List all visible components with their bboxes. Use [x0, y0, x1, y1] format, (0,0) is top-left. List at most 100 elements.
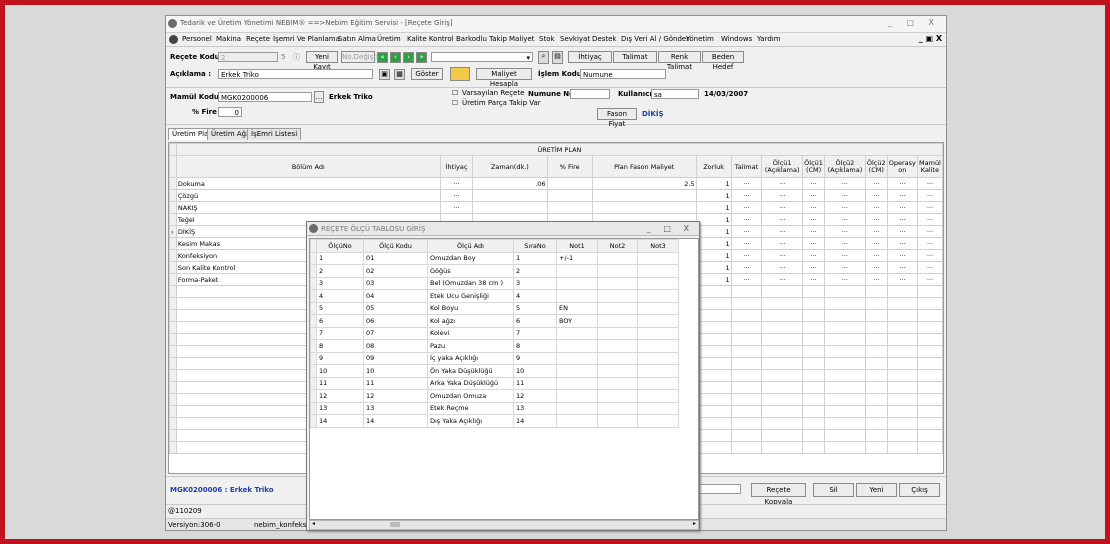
folder-icon[interactable] — [450, 67, 470, 81]
cell-not2[interactable] — [597, 264, 638, 278]
cell-not1[interactable] — [556, 264, 598, 278]
cell-olcu1-cm[interactable]: ··· — [802, 273, 826, 286]
cell-olcu1-cm[interactable]: ··· — [802, 237, 826, 250]
cell-olcu2-cm[interactable]: ··· — [864, 189, 888, 202]
cell-olcu-no[interactable]: 11 — [316, 376, 364, 390]
cell-talimat[interactable]: ··· — [730, 213, 763, 226]
menu-maliyet[interactable]: Maliyet — [509, 35, 534, 43]
cell-not3[interactable] — [637, 339, 679, 353]
col-olcu2-aciklama[interactable]: Ölçü2 (Açıklama) — [824, 155, 866, 178]
menu-recete[interactable]: Reçete — [246, 35, 270, 43]
col-sira-no[interactable]: SıraNo — [513, 239, 557, 253]
menu-stok[interactable]: Stok — [539, 35, 555, 43]
recete-kodu-input[interactable]: 2 — [218, 52, 278, 62]
cell-olcu2-aciklama[interactable]: ··· — [824, 189, 866, 202]
cell-olcu-no[interactable]: 4 — [316, 289, 364, 303]
cell-olcu-adi[interactable]: Dış Yaka Açıklığı — [427, 414, 514, 428]
previous-record-icon[interactable]: ‹ — [390, 52, 401, 63]
cell-zaman[interactable]: .06 — [472, 177, 548, 190]
cell-olcu-adi[interactable]: Kolevi — [427, 326, 514, 340]
olcu-row[interactable]: 3 03 Bel (Omuzdan 38 cm ) 3 — [310, 276, 679, 290]
talimat-button[interactable]: Talimat — [613, 51, 657, 63]
col-not3[interactable]: Not3 — [637, 239, 679, 253]
col-zorluk[interactable]: Zorluk — [695, 155, 732, 178]
olcu-row[interactable]: 11 11 Arka Yaka Düşüklüğü 11 — [310, 376, 679, 390]
scroll-right-icon[interactable]: ▸ — [693, 520, 696, 527]
cell-olcu1-cm[interactable]: ··· — [802, 213, 826, 226]
cell-not2[interactable] — [597, 401, 638, 415]
cell-not3[interactable] — [637, 326, 679, 340]
next-record-icon[interactable]: › — [403, 52, 414, 63]
cell-not3[interactable] — [637, 314, 679, 328]
row-selector[interactable] — [169, 249, 177, 262]
uretim-parca-checkbox[interactable]: ☐ — [452, 99, 458, 107]
cell-olcu-no[interactable]: 3 — [316, 276, 364, 290]
cell-not2[interactable] — [597, 339, 638, 353]
cell-olcu2-aciklama[interactable]: ··· — [824, 177, 866, 190]
beden-hedef-button[interactable]: Beden Hedef — [702, 51, 744, 71]
cell-zorluk[interactable]: 1 — [695, 249, 732, 262]
cell-not3[interactable] — [637, 251, 679, 265]
menu-yardim[interactable]: Yardım — [757, 35, 781, 43]
col-olcu1-cm[interactable]: Ölçü1 (CM) — [802, 155, 826, 178]
menu-kalite-kontrol[interactable]: Kalite Kontrol — [407, 35, 454, 43]
cell-not2[interactable] — [597, 251, 638, 265]
cell-zorluk[interactable]: 1 — [695, 225, 732, 238]
recete-kodu-spin[interactable]: 5 — [281, 53, 285, 61]
row-selector[interactable] — [169, 237, 177, 250]
cell-sira-no[interactable]: 2 — [513, 264, 557, 278]
olcu-row[interactable]: 7 07 Kolevi 7 — [310, 326, 679, 340]
cell-plan-fason-maliyet[interactable] — [591, 189, 697, 202]
cell-olcu1-aciklama[interactable]: ··· — [761, 189, 804, 202]
cell-talimat[interactable]: ··· — [730, 177, 763, 190]
cell-olcu2-cm[interactable]: ··· — [864, 261, 888, 274]
cell-not1[interactable] — [556, 289, 598, 303]
cell-olcu1-aciklama[interactable]: ··· — [761, 213, 804, 226]
cell-not1[interactable] — [556, 276, 598, 290]
cell-olcu-kodu[interactable]: 03 — [363, 276, 428, 290]
cell-olcu2-aciklama[interactable]: ··· — [824, 201, 866, 214]
col-olcu1-aciklama[interactable]: Ölçü1 (Açıklama) — [761, 155, 804, 178]
cell-mamul-kalite[interactable]: ··· — [916, 213, 943, 226]
cell-olcu2-cm[interactable]: ··· — [864, 177, 888, 190]
cell-plan-fason-maliyet[interactable]: 2.5 — [591, 177, 697, 190]
cell-sira-no[interactable]: 5 — [513, 301, 557, 315]
cell-sira-no[interactable]: 11 — [513, 376, 557, 390]
ihtiyac-button[interactable]: İhtiyaç — [568, 51, 612, 63]
kullanici-input[interactable]: sa — [651, 89, 699, 99]
cell-olcu-kodu[interactable]: 06 — [363, 314, 428, 328]
cell-not1[interactable] — [556, 389, 598, 403]
cell-not1[interactable]: EN — [556, 301, 598, 315]
menu-personel[interactable]: Personel — [182, 35, 212, 43]
dialog-horizontal-scrollbar[interactable]: ◂ ▸ — [309, 520, 699, 530]
olcu-row[interactable]: 8 08 Pazu 8 — [310, 339, 679, 353]
cell-olcu-no[interactable]: 1 — [316, 251, 364, 265]
cell-olcu2-aciklama[interactable]: ··· — [824, 273, 866, 286]
menu-app-icon[interactable] — [169, 35, 178, 44]
cell-not2[interactable] — [597, 276, 638, 290]
aciklama-input[interactable]: Erkek Triko — [218, 69, 373, 79]
cell-not3[interactable] — [637, 401, 679, 415]
cell-olcu-adi[interactable]: Omuzdan Omuza — [427, 389, 514, 403]
cell-olcu-no[interactable]: 6 — [316, 314, 364, 328]
picture-icon[interactable]: ▦ — [394, 69, 405, 80]
cell-operasyon[interactable]: ··· — [886, 225, 918, 238]
cell-olcu2-cm[interactable]: ··· — [864, 225, 888, 238]
cell-olcu-no[interactable]: 2 — [316, 264, 364, 278]
cell-olcu1-cm[interactable]: ··· — [802, 201, 826, 214]
cell-olcu-adi[interactable]: Bel (Omuzdan 38 cm ) — [427, 276, 514, 290]
cell-olcu1-cm[interactable]: ··· — [802, 177, 826, 190]
olcu-row[interactable]: 9 09 İç yaka Açıklığı 9 — [310, 351, 679, 365]
cell-mamul-kalite[interactable]: ··· — [916, 189, 943, 202]
yeni-button[interactable]: Yeni — [856, 483, 897, 497]
cell-olcu2-aciklama[interactable]: ··· — [824, 249, 866, 262]
cell-fire[interactable] — [546, 189, 593, 202]
row-selector[interactable] — [169, 273, 177, 286]
cell-operasyon[interactable]: ··· — [886, 201, 918, 214]
image-icon[interactable]: ▣ — [379, 69, 390, 80]
cell-not2[interactable] — [597, 289, 638, 303]
cell-olcu-adi[interactable]: Kol ağzı — [427, 314, 514, 328]
cell-olcu1-aciklama[interactable]: ··· — [761, 261, 804, 274]
row-selector[interactable] — [169, 201, 177, 214]
cell-olcu1-cm[interactable]: ··· — [802, 189, 826, 202]
